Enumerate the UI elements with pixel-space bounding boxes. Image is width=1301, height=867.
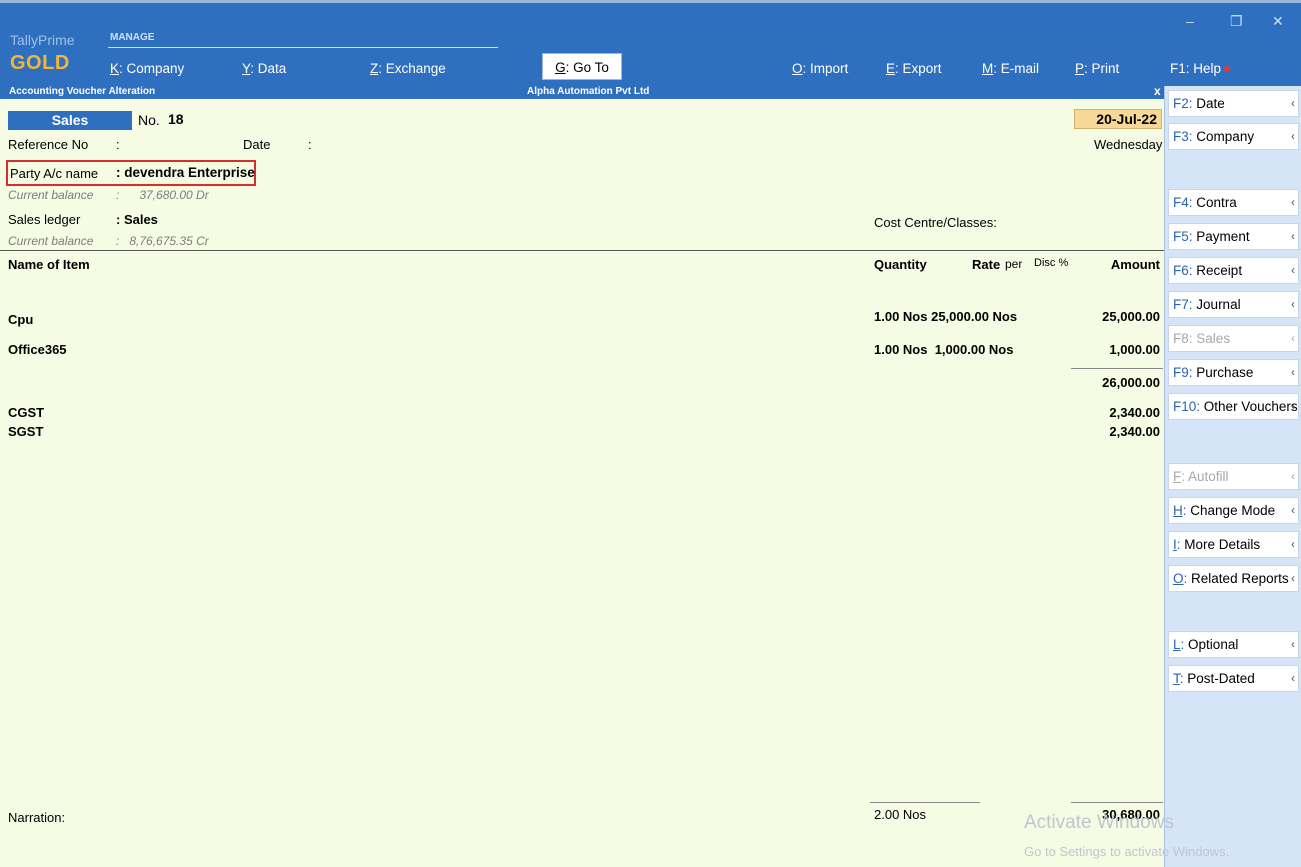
chevron-left-icon: ‹ [1291,399,1295,413]
item-row-qty-rate[interactable]: 1.00 Nos 1,000.00 Nos [874,342,1013,357]
party-name-field[interactable]: : devendra Enterprise [116,165,255,180]
sidebar-button-related-reports[interactable]: O: Related Reports ‹ [1168,565,1299,592]
menu-company[interactable]: K: Company [110,61,184,76]
voucher-type[interactable]: Sales [8,111,132,130]
reference-date-label: Date [243,137,271,152]
chevron-left-icon: ‹ [1291,263,1295,277]
notification-dot-icon [1224,66,1231,73]
sidebar-button-contra[interactable]: F4: Contra ‹ [1168,189,1299,216]
chevron-left-icon: ‹ [1291,671,1295,685]
manage-label: MANAGE [110,32,155,43]
restore-icon[interactable]: ❐ [1230,13,1243,30]
sales-balance-value: : 8,76,675.35 Cr [116,234,209,248]
chevron-left-icon: ‹ [1291,195,1295,209]
cost-centre-label: Cost Centre/Classes: [874,215,997,230]
item-row-amount[interactable]: 25,000.00 [1102,309,1160,324]
col-disc: Disc % [1034,257,1069,269]
close-screen-icon[interactable]: x [1154,84,1161,98]
brand-edition: GOLD [10,52,70,74]
manage-divider [108,47,498,48]
subtotal-amount: 26,000.00 [1102,375,1160,390]
activate-windows-hint: Go to Settings to activate Windows. [1024,844,1230,859]
chevron-left-icon: ‹ [1291,637,1295,651]
chevron-left-icon: ‹ [1291,537,1295,551]
sidebar-button-receipt[interactable]: F6: Receipt ‹ [1168,257,1299,284]
col-amount: Amount [1110,257,1160,272]
total-amount-line [1071,802,1163,803]
sidebar-button-optional[interactable]: L: Optional ‹ [1168,631,1299,658]
voucher-weekday: Wednesday [1094,137,1163,152]
button-bar: F2: Date ‹ F3: Company ‹ F4: Contra ‹ F5: P… [1164,86,1301,867]
chevron-left-icon: ‹ [1291,365,1295,379]
item-row-name[interactable]: Office365 [8,342,67,357]
party-balance-value: : 37,680.00 Dr [116,188,209,202]
menu-goto-button[interactable]: G: Go To [542,53,622,80]
menu-exchange[interactable]: Z: Exchange [370,61,446,76]
item-row-amount[interactable]: 1,000.00 [1109,342,1160,357]
col-rate: Rate [972,257,1001,272]
voucher-no-value[interactable]: 18 [168,111,184,127]
reference-no-field[interactable]: : [116,137,120,152]
chevron-left-icon: ‹ [1291,229,1295,243]
col-quantity: Quantity [874,257,927,272]
reference-date-field[interactable]: : [308,137,312,152]
activate-windows-watermark: Activate Windows [1024,812,1174,833]
menu-print[interactable]: P: Print [1075,61,1119,76]
total-qty-line [870,802,980,803]
sales-ledger-field[interactable]: : Sales [116,212,158,227]
sidebar-button-date[interactable]: F2: Date ‹ [1168,90,1299,117]
party-label: Party A/c name [10,166,99,181]
screen-title: Accounting Voucher Alteration [9,86,156,97]
company-name: Alpha Automation Pvt Ltd [527,86,650,97]
menu-import[interactable]: O: Import [792,61,848,76]
menu-email[interactable]: M: E-mail [982,61,1039,76]
top-menu-bar: TallyPrime GOLD MANAGE K: Company Y: Dat… [0,0,1301,86]
narration-label: Narration: [8,810,66,825]
sidebar-button-payment[interactable]: F5: Payment ‹ [1168,223,1299,250]
tax-row-amount[interactable]: 2,340.00 [1109,405,1160,420]
chevron-left-icon: ‹ [1291,297,1295,311]
voucher-body: Sales No. 18 20-Jul-22 Wednesday Referen… [0,99,1164,867]
sidebar-button-more-details[interactable]: I: More Details ‹ [1168,531,1299,558]
tax-row-name[interactable]: CGST [8,405,44,420]
sales-ledger-label: Sales ledger [8,212,81,227]
chevron-left-icon: ‹ [1291,331,1295,345]
sidebar-button-other-vouchers[interactable]: F10: Other Vouchers ‹ [1168,393,1299,420]
sidebar-button-company[interactable]: F3: Company ‹ [1168,123,1299,150]
minimize-icon[interactable]: – [1186,13,1194,29]
subtotal-line [1071,368,1163,369]
menu-export[interactable]: E: Export [886,61,942,76]
sidebar-button-journal[interactable]: F7: Journal ‹ [1168,291,1299,318]
voucher-title-bar: Accounting Voucher Alteration Alpha Auto… [0,84,1164,99]
reference-no-label: Reference No [8,137,89,152]
col-per: per [1005,257,1023,271]
sales-balance-label: Current balance [8,234,94,248]
chevron-left-icon: ‹ [1291,571,1295,585]
tax-row-amount[interactable]: 2,340.00 [1109,424,1160,439]
chevron-left-icon: ‹ [1291,503,1295,517]
chevron-left-icon: ‹ [1291,96,1295,110]
sidebar-button-autofill[interactable]: F: Autofill ‹ [1168,463,1299,490]
party-balance-label: Current balance [8,188,94,202]
sidebar-button-purchase[interactable]: F9: Purchase ‹ [1168,359,1299,386]
chevron-left-icon: ‹ [1291,129,1295,143]
col-name-of-item: Name of Item [8,257,90,272]
menu-data[interactable]: Y: Data [242,61,286,76]
total-quantity: 2.00 Nos [874,807,927,822]
item-row-name[interactable]: Cpu [8,312,33,327]
sidebar-button-change-mode[interactable]: H: Change Mode ‹ [1168,497,1299,524]
brand-name: TallyPrime [10,32,75,48]
voucher-date[interactable]: 20-Jul-22 [1074,109,1162,129]
voucher-no-label: No. [138,112,160,128]
header-divider [0,250,1164,251]
sidebar-button-sales[interactable]: F8: Sales ‹ [1168,325,1299,352]
menu-help[interactable]: F1: Help [1170,61,1231,76]
close-icon[interactable]: ✕ [1272,13,1284,30]
sidebar-button-post-dated[interactable]: T: Post-Dated ‹ [1168,665,1299,692]
item-row-qty-rate[interactable]: 1.00 Nos 25,000.00 Nos [874,309,1017,324]
tax-row-name[interactable]: SGST [8,424,43,439]
chevron-left-icon: ‹ [1291,469,1295,483]
